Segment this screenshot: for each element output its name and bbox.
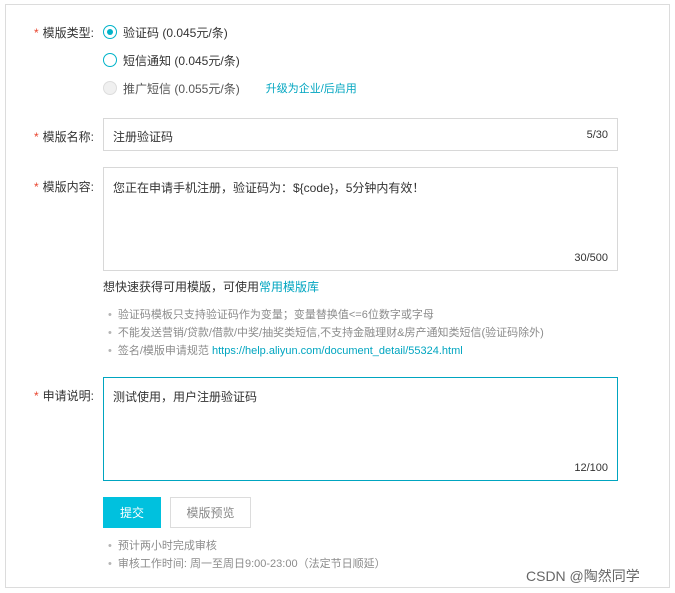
radio-unchecked-icon[interactable] (103, 53, 117, 67)
radio-option-verification[interactable]: 验证码 (0.045元/条) (103, 24, 228, 40)
template-content-value: 您正在申请手机注册，验证码为：${code}，5分钟内有效！ (113, 181, 425, 195)
template-library-link[interactable]: 常用模版库 (259, 280, 319, 294)
template-content-textarea[interactable]: 您正在申请手机注册，验证码为：${code}，5分钟内有效！ 30/500 (103, 167, 618, 271)
template-name-label: * 模版名称: (33, 130, 94, 144)
description-textarea[interactable]: 测试使用，用户注册验证码 12/100 (103, 377, 618, 481)
radio-option-label: 验证码 (0.045元/条) (123, 25, 228, 40)
radio-disabled-icon (103, 81, 117, 95)
template-name-input[interactable]: 注册验证码 5/30 (103, 118, 618, 151)
submit-button[interactable]: 提交 (103, 497, 161, 528)
list-item: 不能发送营销/贷款/借款/中奖/抽奖类短信,不支持金融理财&房产通知类短信(验证… (108, 324, 544, 342)
spec-doc-link[interactable]: https://help.aliyun.com/document_detail/… (212, 345, 463, 357)
description-counter: 12/100 (574, 462, 608, 474)
required-star-icon: * (33, 389, 39, 403)
template-preview-button[interactable]: 模版预览 (170, 497, 251, 528)
template-name-value: 注册验证码 (113, 130, 174, 144)
description-label: * 申请说明: (33, 389, 94, 403)
list-item: 审核工作时间: 周一至周日9:00-23:00（法定节日顺延） (108, 555, 386, 573)
radio-checked-icon[interactable] (103, 25, 117, 39)
required-star-icon: * (33, 180, 39, 194)
list-item: 预计两小时完成审核 (108, 537, 386, 555)
template-content-counter: 30/500 (574, 252, 608, 264)
description-value: 测试使用，用户注册验证码 (113, 390, 258, 404)
watermark: CSDN @陶然同学 (526, 568, 640, 584)
template-content-label: * 模版内容: (33, 180, 94, 194)
required-star-icon: * (33, 26, 39, 40)
radio-option-label: 短信通知 (0.045元/条) (123, 53, 240, 68)
review-tips-list: 预计两小时完成审核 审核工作时间: 周一至周日9:00-23:00（法定节日顺延… (108, 537, 386, 573)
template-library-hint: 想快速获得可用模版，可使用常用模版库 (103, 280, 320, 294)
list-item: 验证码模板只支持验证码作为变量；变量替换值<=6位数字或字母 (108, 306, 544, 324)
required-star-icon: * (33, 130, 39, 144)
radio-option-label: 推广短信 (0.055元/条) (123, 81, 240, 96)
content-rules-list: 验证码模板只支持验证码作为变量；变量替换值<=6位数字或字母 不能发送营销/贷款… (108, 306, 544, 360)
template-type-label: * 模版类型: (33, 26, 94, 40)
list-item: 签名/模版申请规范 https://help.aliyun.com/docume… (108, 342, 544, 360)
radio-option-promotion: 推广短信 (0.055元/条) 升级为企业/后启用 (103, 80, 357, 96)
upgrade-enterprise-link[interactable]: 升级为企业/后启用 (266, 80, 357, 96)
radio-option-notification[interactable]: 短信通知 (0.045元/条) (103, 52, 240, 68)
template-name-counter: 5/30 (586, 129, 608, 141)
